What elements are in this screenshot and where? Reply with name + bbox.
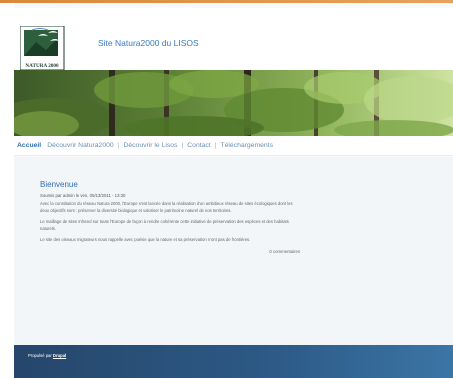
article-paragraph: Avec la constitution du réseau Natura 20… [40, 201, 293, 213]
main-navigation: Accueil Découvrir Natura2000 | Découvrir… [14, 136, 453, 156]
comments-link[interactable]: 0 commentaires [40, 249, 300, 254]
nav-separator: | [214, 142, 217, 149]
site-title[interactable]: Site Natura2000 du LISOS [98, 38, 199, 48]
article-title[interactable]: Bienvenue [40, 180, 300, 189]
nav-item-decouvrir-lisos[interactable]: Découvrir le Lisos [123, 142, 177, 149]
nav-separator: | [181, 142, 184, 149]
natura2000-logo[interactable]: NATURA 2000 [19, 25, 78, 76]
svg-text:NATURA 2000: NATURA 2000 [25, 63, 59, 69]
site-header [14, 8, 453, 70]
article-meta: Soumis par admin le ven, 05/13/2011 - 13… [40, 193, 126, 198]
nav-item-accueil[interactable]: Accueil [17, 142, 41, 149]
forest-photo-icon [14, 70, 453, 136]
site-footer: Propulsé par Drupal [14, 345, 453, 378]
logo-image-icon: NATURA 2000 [19, 25, 65, 71]
forest-banner-image [14, 70, 453, 136]
footer-credit: Propulsé par Drupal [28, 353, 66, 358]
nav-item-telechargements[interactable]: Téléchargements [220, 142, 273, 149]
nav-item-decouvrir-natura2000[interactable]: Découvrir Natura2000 [47, 142, 114, 149]
article-paragraph: Le site des oiseaux migrateurs nous rapp… [40, 237, 251, 243]
nav-separator: | [117, 142, 120, 149]
nav-item-contact[interactable]: Contact [187, 142, 210, 149]
article-paragraph: Le maillage de sites s'étend sur toute l… [40, 219, 289, 231]
footer-drupal-link[interactable]: Drupal [53, 353, 66, 358]
article: Bienvenue Soumis par admin le ven, 05/13… [40, 180, 300, 254]
footer-prefix: Propulsé par [28, 353, 52, 358]
